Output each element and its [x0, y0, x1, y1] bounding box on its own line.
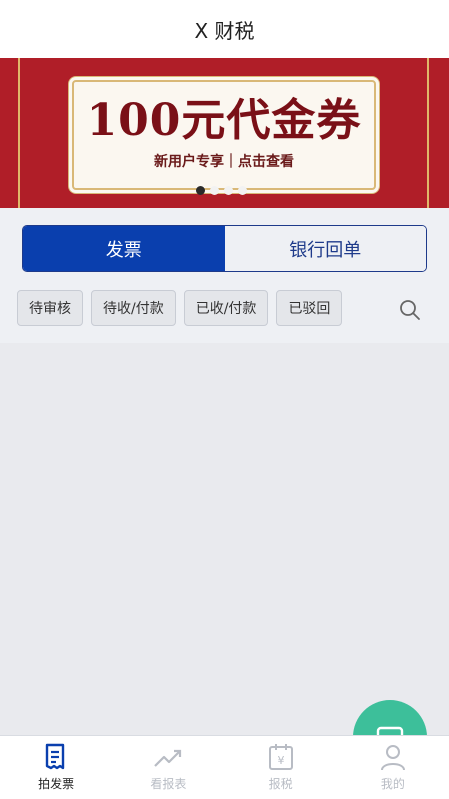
banner-border-right: [427, 58, 429, 208]
app-header: X 财税: [0, 0, 449, 58]
tabbar-label: 看报表: [150, 777, 187, 791]
bottom-tab-bar: 拍发票 看报表 ¥ 报税 我的: [0, 735, 449, 799]
tab-invoice[interactable]: 发票: [23, 226, 225, 271]
tabbar-label: 拍发票: [38, 777, 75, 791]
tabbar-item-tax[interactable]: ¥ 报税: [225, 736, 337, 799]
svg-text:¥: ¥: [277, 754, 284, 767]
tab-bank-receipt[interactable]: 银行回单: [224, 226, 426, 271]
tabbar-item-reports[interactable]: 看报表: [112, 736, 224, 799]
filter-paid[interactable]: 已收/付款: [183, 290, 269, 326]
voucher-title: 100元代金券: [86, 95, 362, 146]
search-button[interactable]: [398, 298, 422, 322]
carousel-dot[interactable]: [210, 186, 219, 195]
filter-rejected[interactable]: 已驳回: [276, 290, 343, 326]
segment-control: 发票 银行回单: [22, 225, 427, 272]
trend-icon: [154, 749, 182, 767]
voucher-card[interactable]: 100元代金券 新用户专享｜点击查看: [72, 80, 376, 190]
tabbar-label: 我的: [380, 777, 405, 791]
tabbar-label: 报税: [268, 777, 293, 791]
carousel-dots: [196, 186, 247, 195]
calendar-tax-icon: ¥: [268, 744, 293, 770]
voucher-subtitle: 新用户专享｜点击查看: [154, 154, 294, 170]
carousel-dot[interactable]: [196, 186, 205, 195]
carousel-dot[interactable]: [238, 186, 247, 195]
user-icon: [380, 745, 405, 771]
search-icon: [400, 300, 420, 320]
invoice-icon: [45, 743, 65, 770]
tabbar-item-invoice[interactable]: 拍发票: [0, 736, 112, 799]
promo-banner[interactable]: 100元代金券 新用户专享｜点击查看: [0, 58, 449, 208]
filter-pending-payment[interactable]: 待收/付款: [91, 290, 176, 326]
banner-border-left: [18, 58, 20, 208]
carousel-dot[interactable]: [224, 186, 233, 195]
invoice-list: [0, 343, 449, 735]
tabs-area: 发票 银行回单 待审核 待收/付款 已收/付款 已驳回: [0, 208, 449, 343]
tabbar-item-me[interactable]: 我的: [337, 736, 449, 799]
filter-chips: 待审核 待收/付款 已收/付款 已驳回: [17, 290, 343, 326]
page-title: X 财税: [194, 18, 255, 43]
filter-pending-review[interactable]: 待审核: [17, 290, 83, 326]
